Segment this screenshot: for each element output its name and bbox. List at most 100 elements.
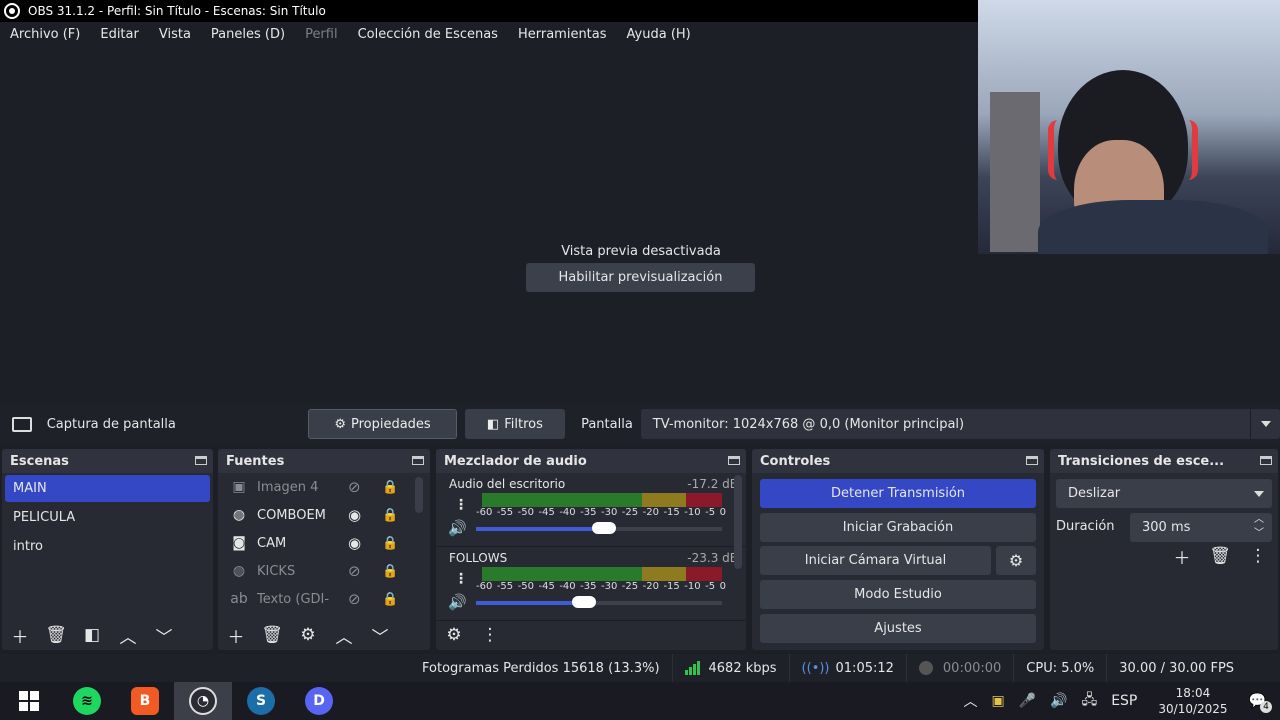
eye-hidden-icon[interactable]: ⊘ [348,590,361,608]
transition-select[interactable]: Deslizar [1056,479,1272,508]
eye-hidden-icon[interactable]: ⊘ [348,478,361,496]
lock-icon[interactable]: 🔒 [382,564,398,579]
undock-icon[interactable] [1026,456,1038,465]
taskbar: ≋ B ◔ S D ︿ ▣ 🎤 🔊 🖧 ESP 18:04 30/10/2025… [0,682,1280,720]
volume-slider[interactable] [476,596,722,608]
tray-app-icon[interactable]: ▣ [991,693,1004,709]
language-indicator[interactable]: ESP [1111,693,1137,709]
scene-item-intro[interactable]: intro [5,533,210,560]
start-button[interactable] [0,682,58,720]
monitor-select[interactable]: TV-monitor: 1024x768 @ 0,0 (Monitor prin… [640,409,1280,439]
status-bar: Fotogramas Perdidos 15618 (13.3%) 4682 k… [0,654,1280,682]
kebab-menu-icon[interactable]: ⋮ [454,571,468,587]
menu-editar[interactable]: Editar [100,27,139,42]
volume-slider[interactable] [476,522,722,534]
source-item[interactable]: ◍ COMBOEM ◉ 🔒 [218,501,430,529]
properties-button[interactable]: ⚙ Propiedades [308,409,457,439]
transitions-title: Transiciones de esce... [1058,453,1225,469]
move-down-icon[interactable]: ﹀ [362,622,398,648]
kebab-menu-icon[interactable]: ⋮ [454,497,468,513]
menu-herramientas[interactable]: Herramientas [518,27,607,42]
lock-icon[interactable]: 🔒 [382,508,398,523]
controls-dock: Controles Detener Transmisión Iniciar Gr… [752,449,1044,650]
advanced-audio-icon[interactable]: ⚙ [436,622,472,648]
lock-icon[interactable]: 🔒 [382,480,398,495]
eye-icon[interactable]: ◉ [348,506,361,524]
gear-icon[interactable]: ⚙ [290,622,326,648]
discord-taskbar-button[interactable]: D [290,682,348,720]
chevron-up-icon[interactable]: ︿ [963,691,977,711]
chevron-down-icon[interactable] [1250,409,1280,439]
lock-icon[interactable]: 🔒 [382,592,398,607]
settings-button[interactable]: Ajustes [760,614,1036,643]
kebab-menu-icon[interactable]: ⋮ [472,622,508,648]
undock-icon[interactable] [728,456,740,465]
menu-coleccion-escenas[interactable]: Colección de Escenas [358,27,498,42]
obs-taskbar-button[interactable]: ◔ [174,682,232,720]
scene-item-main[interactable]: MAIN [5,475,210,502]
clock[interactable]: 18:04 30/10/2025 [1158,685,1227,717]
source-item[interactable]: ab Texto (GDI- ⊘ 🔒 [218,585,430,613]
virtual-camera-button[interactable]: Iniciar Cámara Virtual [760,546,991,575]
volume-slider-knob[interactable] [592,522,616,534]
mixer-scrollbar[interactable] [734,475,742,569]
stop-stream-button[interactable]: Detener Transmisión [760,479,1036,508]
recording-timer: 00:00:00 [905,654,1013,682]
source-item[interactable]: ◙ CAM ◉ 🔒 [218,529,430,557]
duration-spinbox[interactable]: 300 ms ︿ ﹀ [1130,513,1272,542]
menu-ayuda[interactable]: Ayuda (H) [627,27,691,42]
virtual-camera-settings-button[interactable]: ⚙ [996,546,1036,575]
steam-taskbar-button[interactable]: S [232,682,290,720]
microphone-icon[interactable]: 🎤 [1019,693,1036,709]
undock-icon[interactable] [1260,456,1272,465]
eye-hidden-icon[interactable]: ⊘ [348,562,361,580]
source-item[interactable]: ◍ KICKS ⊘ 🔒 [218,557,430,585]
start-recording-button[interactable]: Iniciar Grabación [760,513,1036,542]
lock-icon[interactable]: 🔒 [382,536,398,551]
menu-paneles[interactable]: Paneles (D) [211,27,285,42]
volume-slider-knob[interactable] [572,596,596,608]
volume-icon[interactable]: 🔊 [1050,693,1067,709]
sources-dock: Fuentes ▣ Imagen 4 ⊘ 🔒 ◍ COMBOEM ◉ 🔒 ◙ C… [218,449,430,650]
speaker-icon[interactable]: 🔊 [448,593,467,611]
add-icon[interactable]: ＋ [218,622,254,648]
filters-button[interactable]: ◧ Filtros [464,409,566,439]
menu-bar: Archivo (F) Editar Vista Paneles (D) Per… [0,22,978,46]
add-icon[interactable]: ＋ [1164,543,1200,569]
kebab-menu-icon[interactable]: ⋮ [1240,543,1276,569]
undock-icon[interactable] [195,456,207,465]
eye-icon[interactable]: ◉ [348,534,361,552]
menu-archivo[interactable]: Archivo (F) [10,27,80,42]
network-icon[interactable]: 🖧 [1082,689,1098,713]
brave-icon: B [131,687,159,715]
scene-item-pelicula[interactable]: PELICULA [5,504,210,531]
scene-filter-icon[interactable]: ◧ [74,622,110,648]
scenes-header: Escenas [2,449,213,473]
brave-taskbar-button[interactable]: B [116,682,174,720]
undock-icon[interactable] [412,456,424,465]
camera-icon: ◙ [232,535,246,551]
duration-value: 300 ms [1142,520,1191,535]
cpu-usage: CPU: 5.0% [1013,654,1106,682]
trash-icon[interactable]: 🗑 [1202,543,1238,569]
studio-mode-button[interactable]: Modo Estudio [760,580,1036,609]
trash-icon[interactable]: 🗑 [254,622,290,648]
add-icon[interactable]: ＋ [2,622,38,648]
webcam-overlay [978,0,1280,254]
source-item[interactable]: ▣ Imagen 4 ⊘ 🔒 [218,473,430,501]
speaker-icon[interactable]: 🔊 [448,519,467,537]
menu-perfil[interactable]: Perfil [305,27,338,42]
move-up-icon[interactable]: ︿ [110,622,146,648]
spotify-taskbar-button[interactable]: ≋ [58,682,116,720]
trash-icon[interactable]: 🗑 [38,622,74,648]
enable-preview-button[interactable]: Habilitar previsualización [526,263,755,292]
move-down-icon[interactable]: ﹀ [146,622,182,648]
spin-arrows-icon[interactable]: ︿ ﹀ [1254,513,1264,541]
menu-vista[interactable]: Vista [159,27,191,42]
filters-label: Filtros [504,416,543,432]
windows-icon [19,691,39,711]
sources-scrollbar[interactable] [415,477,423,513]
notification-icon[interactable]: 💬 4 [1249,693,1272,713]
move-up-icon[interactable]: ︿ [326,622,362,648]
chevron-down-icon[interactable] [1254,491,1264,497]
